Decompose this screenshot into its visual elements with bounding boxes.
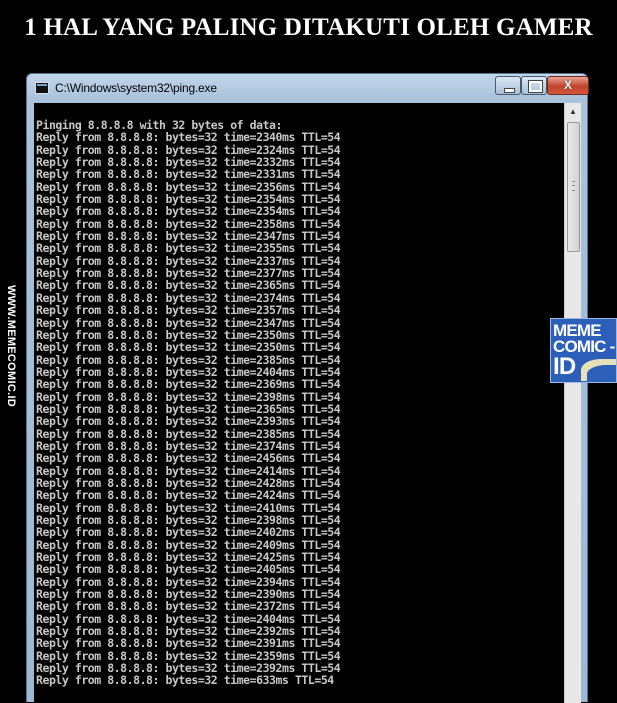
ping-reply-line: Reply from 8.8.8.8: bytes=32 time=2331ms…	[36, 167, 341, 182]
close-button[interactable]: X	[547, 76, 589, 95]
ping-reply-line: Reply from 8.8.8.8: bytes=32 time=2357ms…	[36, 303, 341, 318]
window-title: C:\Windows\system32\ping.exe	[55, 81, 217, 95]
meme-headline: 1 HAL YANG PALING DITAKUTI OLEH GAMER	[24, 14, 593, 41]
side-watermark: WWW.MEMECOMIC.ID	[5, 284, 17, 408]
memecomic-logo: MEME COMIC - ID	[550, 318, 617, 383]
ping-reply-line: Reply from 8.8.8.8: bytes=32 time=2402ms…	[36, 525, 341, 540]
console-window: C:\Windows\system32\ping.exe X Pinging 8…	[26, 73, 589, 703]
ping-reply-line: Reply from 8.8.8.8: bytes=32 time=2355ms…	[36, 241, 341, 256]
console-output[interactable]: Pinging 8.8.8.8 with 32 bytes of data: R…	[34, 103, 564, 703]
ping-reply-line: Reply from 8.8.8.8: bytes=32 time=2391ms…	[36, 636, 341, 651]
close-icon: X	[563, 78, 572, 92]
ping-reply-line: Reply from 8.8.8.8: bytes=32 time=2456ms…	[36, 451, 341, 466]
ping-reply-line: Reply from 8.8.8.8: bytes=32 time=2347ms…	[36, 315, 341, 330]
ping-reply-line: Reply from 8.8.8.8: bytes=32 time=2393ms…	[36, 414, 341, 429]
ping-reply-line: Reply from 8.8.8.8: bytes=32 time=2372ms…	[36, 599, 341, 614]
logo-text-line3: ID	[553, 353, 576, 380]
scroll-up-arrow-icon[interactable]: ▲	[565, 103, 581, 120]
scroll-thumb[interactable]	[567, 122, 580, 252]
maximize-button[interactable]	[521, 76, 547, 95]
minimize-button[interactable]	[495, 76, 521, 95]
ping-reply-line: Reply from 8.8.8.8: bytes=32 time=633ms …	[36, 673, 334, 688]
ping-reply-line: Reply from 8.8.8.8: bytes=32 time=2350ms…	[36, 340, 341, 355]
ping-reply-line: Reply from 8.8.8.8: bytes=32 time=2405ms…	[36, 562, 341, 577]
console-app-icon[interactable]	[35, 82, 49, 94]
ping-reply-line: Reply from 8.8.8.8: bytes=32 time=2354ms…	[36, 204, 341, 219]
grip-icon	[572, 181, 575, 191]
logo-swoosh-icon	[581, 359, 616, 382]
vertical-scrollbar[interactable]: ▲	[564, 103, 581, 703]
ping-reply-line: Reply from 8.8.8.8: bytes=32 time=2369ms…	[36, 377, 341, 392]
ping-reply-line: Reply from 8.8.8.8: bytes=32 time=2340ms…	[36, 130, 341, 145]
title-bar[interactable]: C:\Windows\system32\ping.exe X	[27, 74, 589, 103]
ping-reply-line: Reply from 8.8.8.8: bytes=32 time=2365ms…	[36, 278, 341, 293]
ping-reply-line: Reply from 8.8.8.8: bytes=32 time=2424ms…	[36, 488, 341, 503]
